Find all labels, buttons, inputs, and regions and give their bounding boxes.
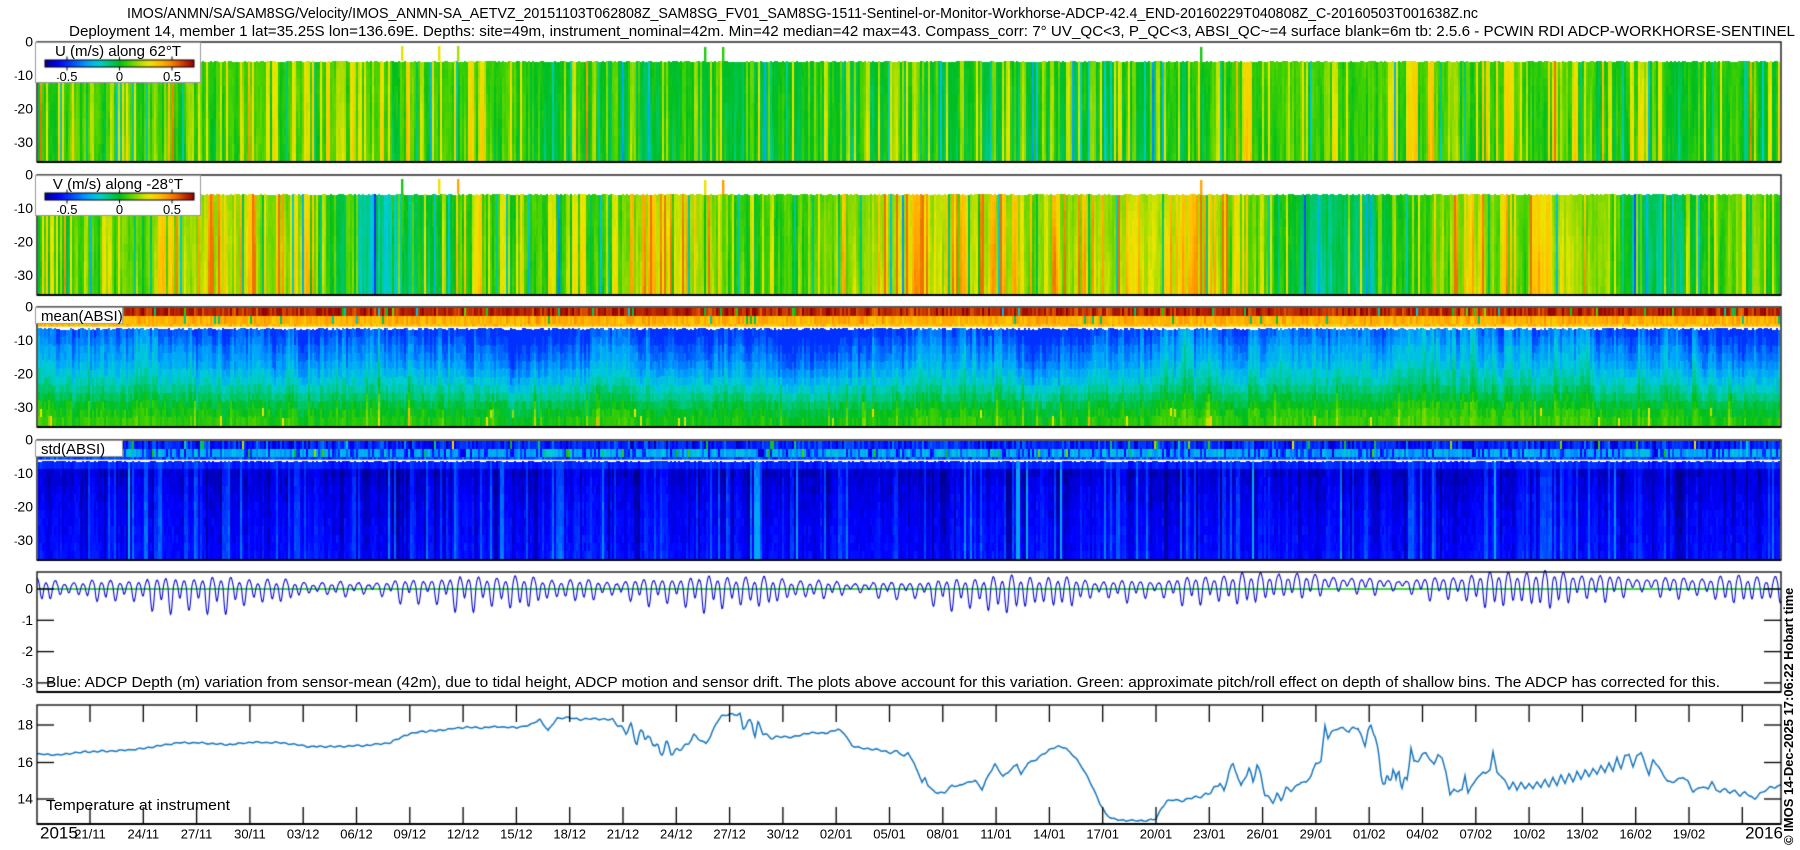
svg-text:Temperature at instrument: Temperature at instrument [46,797,231,814]
svg-text:14/01: 14/01 [1033,827,1066,842]
svg-text:19/02: 19/02 [1673,827,1706,842]
svg-text:30/12: 30/12 [767,827,800,842]
svg-text:30/11: 30/11 [234,827,266,842]
svg-text:29/01: 29/01 [1300,827,1333,842]
svg-text:16: 16 [17,754,33,770]
svg-text:-20: -20 [14,366,33,382]
svg-text:0: 0 [25,581,33,597]
svg-text:24/11: 24/11 [128,827,160,842]
svg-text:V (m/s) along -28°T: V (m/s) along -28°T [53,176,183,193]
svg-text:17/01: 17/01 [1086,827,1119,842]
svg-text:2016: 2016 [1745,824,1783,843]
svg-text:-20: -20 [14,101,33,117]
svg-text:-2: -2 [22,643,33,659]
svg-text:-30: -30 [14,267,33,283]
svg-text:-10: -10 [14,67,33,83]
svg-text:20/01: 20/01 [1140,827,1173,842]
svg-text:U (m/s) along 62°T: U (m/s) along 62°T [55,43,181,60]
svg-text:27/11: 27/11 [181,827,213,842]
svg-text:0: 0 [116,202,123,217]
svg-text:-1: -1 [22,612,33,628]
svg-text:21/11: 21/11 [74,827,106,842]
svg-text:07/02: 07/02 [1460,827,1493,842]
svg-text:0: 0 [116,69,123,84]
svg-text:21/12: 21/12 [607,827,640,842]
svg-text:0.5: 0.5 [163,69,181,84]
svg-text:Blue: ADCP Depth (m) variation: Blue: ADCP Depth (m) variation from sens… [46,674,1720,691]
svg-text:10/02: 10/02 [1513,827,1546,842]
svg-text:-10: -10 [14,465,33,481]
svg-text:0: 0 [25,432,33,448]
svg-text:12/12: 12/12 [447,827,480,842]
svg-text:IMOS/ANMN/SA/SAM8SG/Velocity/I: IMOS/ANMN/SA/SAM8SG/Velocity/IMOS_ANMN-S… [127,5,1478,22]
svg-text:-0.5: -0.5 [56,69,77,84]
svg-text:0: 0 [25,34,33,50]
svg-text:03/12: 03/12 [287,827,320,842]
svg-text:09/12: 09/12 [394,827,427,842]
svg-text:Deployment 14, member 1 lat=35: Deployment 14, member 1 lat=35.25S lon=1… [69,23,1795,40]
svg-text:© IMOS 14-Dec-2025 17:06:22 Ho: © IMOS 14-Dec-2025 17:06:22 Hobart time [1781,588,1796,845]
svg-text:23/01: 23/01 [1193,827,1226,842]
svg-text:std(ABSI): std(ABSI) [41,441,105,458]
svg-text:-20: -20 [14,234,33,250]
svg-text:2015: 2015 [40,824,78,843]
svg-text:13/02: 13/02 [1566,827,1599,842]
svg-text:-10: -10 [14,332,33,348]
svg-text:02/01: 02/01 [820,827,853,842]
svg-text:16/02: 16/02 [1619,827,1652,842]
svg-text:-30: -30 [14,399,33,415]
svg-text:-3: -3 [22,674,33,690]
svg-text:0: 0 [25,299,33,315]
svg-text:08/01: 08/01 [927,827,960,842]
svg-text:-0.5: -0.5 [56,202,77,217]
svg-text:27/12: 27/12 [713,827,746,842]
svg-text:18: 18 [17,717,33,733]
svg-text:01/02: 01/02 [1353,827,1386,842]
svg-text:-30: -30 [14,532,33,548]
svg-text:26/01: 26/01 [1246,827,1279,842]
svg-text:18/12: 18/12 [553,827,586,842]
svg-text:15/12: 15/12 [500,827,533,842]
svg-text:24/12: 24/12 [660,827,693,842]
svg-text:mean(ABSI): mean(ABSI) [41,308,123,325]
svg-text:-30: -30 [14,134,33,150]
svg-text:0.5: 0.5 [163,202,181,217]
svg-text:04/02: 04/02 [1406,827,1439,842]
svg-text:-10: -10 [14,200,33,216]
svg-text:11/01: 11/01 [980,827,1012,842]
svg-text:06/12: 06/12 [340,827,373,842]
svg-text:14: 14 [17,791,33,807]
svg-text:05/01: 05/01 [873,827,906,842]
svg-text:0: 0 [25,167,33,183]
svg-text:-20: -20 [14,499,33,515]
